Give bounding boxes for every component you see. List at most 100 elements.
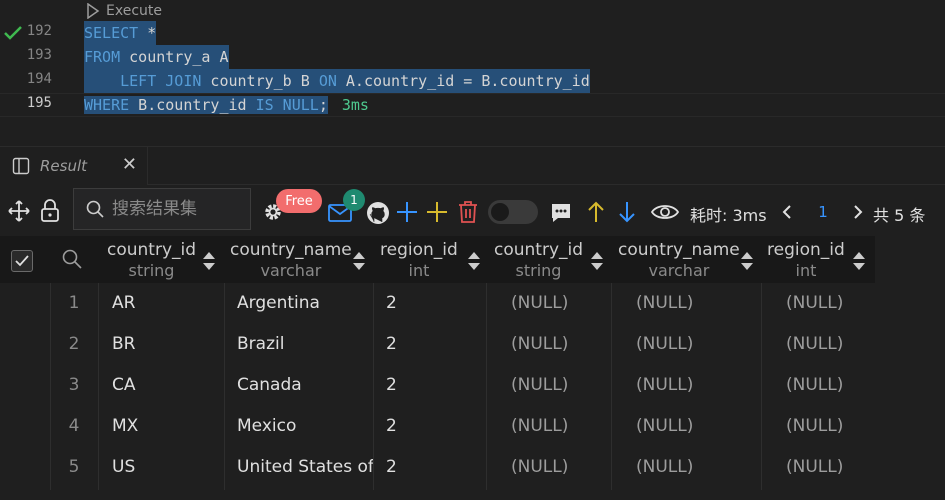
sort-icon[interactable] (202, 251, 216, 271)
sql-keyword: SELECT (84, 24, 139, 42)
notification-badge: 1 (343, 189, 365, 211)
table-cell[interactable]: (NULL) (636, 406, 761, 447)
table-cell[interactable]: Brazil (237, 324, 373, 365)
table-cell[interactable]: (NULL) (511, 365, 611, 406)
row-index: 3 (68, 375, 80, 395)
trash-icon[interactable] (458, 200, 478, 224)
code-line[interactable]: 195 WHERE B.country_id IS NULL; 3ms (0, 93, 945, 117)
table-cell[interactable]: (NULL) (511, 324, 611, 365)
table-row[interactable]: 5 US United States of America 2 (NULL) (NULL)… (0, 447, 875, 488)
column-type: string (515, 261, 562, 280)
table-cell[interactable]: (NULL) (786, 324, 875, 365)
execute-label: Execute (106, 3, 162, 19)
sql-editor[interactable]: Execute 192 SELECT * 193 FROM country_a … (0, 0, 945, 146)
line-number: 192 (26, 23, 52, 39)
eye-icon[interactable] (651, 203, 679, 221)
column-header[interactable]: region_id int (380, 236, 458, 283)
table-cell[interactable]: MX (112, 406, 224, 447)
table-cell[interactable]: (NULL) (636, 447, 761, 488)
table-cell[interactable]: Argentina (237, 283, 373, 324)
table-cell[interactable]: (NULL) (511, 406, 611, 447)
sort-icon[interactable] (740, 251, 754, 271)
play-icon (87, 3, 100, 19)
column-name: country_id (107, 240, 197, 260)
table-cell[interactable]: (NULL) (636, 283, 761, 324)
table-cell[interactable]: BR (112, 324, 224, 365)
sort-icon[interactable] (590, 251, 604, 271)
table-row[interactable]: 3 CA Canada 2 (NULL) (NULL) (NULL) (0, 365, 875, 406)
sql-keyword: FROM (84, 48, 121, 66)
tab-result[interactable]: Result ✕ (0, 147, 148, 185)
sort-icon[interactable] (352, 251, 366, 271)
table-cell[interactable]: AR (112, 283, 224, 324)
table-cell[interactable]: 2 (386, 283, 486, 324)
arrow-up-icon[interactable] (586, 200, 606, 224)
check-icon (15, 255, 29, 267)
move-icon[interactable] (8, 200, 30, 222)
result-toolbar: Free 1 (0, 186, 945, 236)
table-cell[interactable]: (NULL) (636, 324, 761, 365)
table-cell[interactable]: (NULL) (786, 283, 875, 324)
view-toggle[interactable] (488, 200, 538, 224)
arrow-down-icon[interactable] (617, 200, 637, 224)
row-index: 4 (68, 416, 80, 436)
table-cell[interactable]: CA (112, 365, 224, 406)
prev-page-icon[interactable] (781, 205, 793, 219)
table-cell[interactable]: United States of America (237, 447, 373, 488)
filter-search-icon[interactable] (62, 249, 82, 269)
sort-icon[interactable] (467, 251, 481, 271)
lock-icon[interactable] (40, 199, 60, 223)
table-cell[interactable]: (NULL) (511, 283, 611, 324)
toggle-knob (491, 203, 509, 221)
column-header[interactable]: country_id string (494, 236, 583, 283)
sql-identifier: A.country_id = B.country_id (336, 72, 590, 90)
search-input[interactable] (110, 198, 244, 220)
table-cell[interactable]: 2 (386, 324, 486, 365)
table-cell[interactable]: (NULL) (786, 365, 875, 406)
comment-icon[interactable] (550, 202, 572, 224)
column-header[interactable]: country_name varchar (618, 236, 740, 283)
page-number[interactable]: 1 (816, 203, 830, 221)
next-page-icon[interactable] (852, 205, 864, 219)
code-line[interactable]: 194 LEFT JOIN country_b B ON A.country_i… (0, 69, 945, 93)
code-line[interactable]: 193 FROM country_a A (0, 45, 945, 69)
close-icon[interactable]: ✕ (122, 156, 137, 174)
select-all-checkbox[interactable] (11, 250, 33, 272)
column-type: varchar (648, 261, 710, 280)
result-tabbar: Result ✕ (0, 147, 945, 185)
add-row-icon[interactable] (396, 201, 418, 223)
table-cell[interactable]: (NULL) (511, 447, 611, 488)
table-cell[interactable]: 2 (386, 406, 486, 447)
sql-identifier: B.country_id (129, 96, 256, 114)
code-text: WHERE B.country_id IS NULL; (84, 96, 328, 114)
table-cell[interactable]: (NULL) (786, 406, 875, 447)
table-row[interactable]: 2 BR Brazil 2 (NULL) (NULL) (NULL) (0, 324, 875, 365)
table-cell[interactable]: 2 (386, 365, 486, 406)
sql-keyword: IS NULL (255, 96, 319, 114)
code-text-wrap: WHERE B.country_id IS NULL; 3ms (84, 93, 369, 117)
execute-codelens[interactable]: Execute (86, 2, 162, 20)
column-name: country_name (230, 240, 352, 260)
sql-identifier: * (138, 24, 157, 42)
table-cell[interactable]: Canada (237, 365, 373, 406)
table-cell[interactable]: US (112, 447, 224, 488)
table-row[interactable]: 4 MX Mexico 2 (NULL) (NULL) (NULL) (0, 406, 875, 447)
code-line[interactable]: 192 SELECT * (0, 21, 945, 45)
table-cell[interactable]: Mexico (237, 406, 373, 447)
add-column-icon[interactable] (426, 201, 448, 223)
table-cell[interactable]: (NULL) (636, 365, 761, 406)
result-search[interactable] (73, 188, 251, 230)
column-header[interactable]: country_id string (107, 236, 197, 283)
sql-identifier: country_a A (120, 48, 229, 66)
table-cell[interactable]: 2 (386, 447, 486, 488)
column-header[interactable]: region_id int (767, 236, 845, 283)
column-name: region_id (767, 240, 845, 260)
sort-icon[interactable] (852, 251, 866, 271)
column-name: region_id (380, 240, 458, 260)
table-cell[interactable]: (NULL) (786, 447, 875, 488)
free-badge[interactable]: Free (276, 189, 322, 213)
column-header[interactable]: country_name varchar (230, 236, 352, 283)
github-icon[interactable] (366, 201, 390, 225)
table-row[interactable]: 1 AR Argentina 2 (NULL) (NULL) (NULL) (0, 283, 875, 324)
sql-identifier: ; (318, 96, 328, 114)
